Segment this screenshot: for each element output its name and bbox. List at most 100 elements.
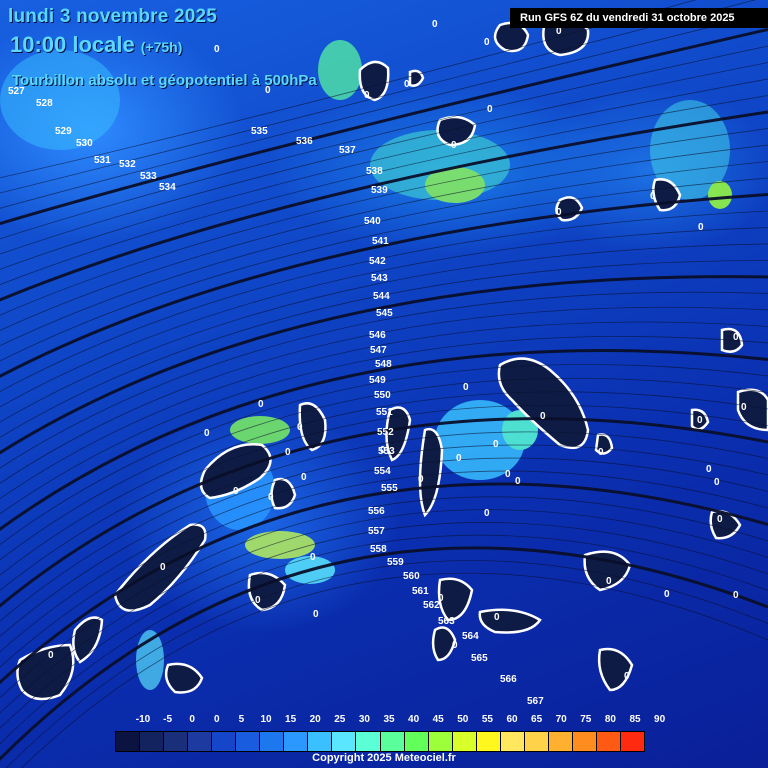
legend-swatch [596,732,621,751]
vorticity-zero-label: 0 [364,90,370,101]
contour-label: 530 [76,138,93,149]
vorticity-zero-label: 0 [233,486,239,497]
legend-swatch [308,732,333,751]
contour-label: 545 [376,308,393,319]
vorticity-zero-label: 0 [698,222,704,233]
vorticity-zero-label: 0 [733,590,739,601]
legend-label: 75 [580,714,592,725]
vorticity-zero-label: 0 [624,671,630,682]
contour-label: 565 [471,653,488,664]
legend-swatch [284,732,309,751]
legend-label: 85 [629,714,641,725]
vorticity-zero-label: 0 [714,477,720,488]
vorticity-zero-label: 0 [494,612,500,623]
contour-label: 534 [159,182,176,193]
vorticity-zero-label: 0 [515,476,521,487]
contour-label: 563 [438,616,455,627]
geopotential-isoline [0,470,768,668]
vorticity-zero-label: 0 [733,332,739,343]
contour-label: 538 [366,166,383,177]
vorticity-zero-label: 0 [650,191,656,202]
legend-swatch [524,732,549,751]
contour-label: 559 [387,557,404,568]
legend-swatch [428,732,453,751]
legend-label: 20 [309,714,321,725]
legend-swatch [260,732,285,751]
vorticity-zero-label: 0 [505,469,511,480]
vorticity-zero-label: 0 [255,595,261,606]
contour-label: 541 [372,236,389,247]
weather-map: 527 528 529 530 531 532 533 534 535 536 537 538 539 5… [0,0,768,768]
vorticity-zero-label: 0 [717,514,723,525]
vorticity-zero-label: 0 [432,19,438,30]
vorticity-zero-label: 0 [418,474,424,485]
legend-swatch [404,732,429,751]
legend-label: 65 [531,714,543,725]
legend-label: -5 [163,714,173,725]
legend-swatch [452,732,477,751]
vorticity-zero-label: 0 [258,399,264,410]
vorticity-zero-label: 0 [160,562,166,573]
contour-label: 550 [374,390,391,401]
legend-label: 30 [358,714,370,725]
contour-label: 555 [381,483,398,494]
contour-label: 547 [370,345,387,356]
contour-label: 542 [369,256,386,267]
vorticity-zero-label: 0 [598,447,604,458]
vorticity-zero-label: 0 [456,453,462,464]
geopotential-isoline [0,0,757,194]
legend-label: 40 [408,714,420,725]
vorticity-zero-label: 0 [451,140,457,151]
legend-swatch [500,732,525,751]
legend-label: 35 [383,714,395,725]
field-title: Tourbillon absolu et géopotentiel à 500h… [12,72,317,89]
copyright: Copyright 2025 Meteociel.fr [312,752,456,764]
vorticity-zero-label: 0 [606,576,612,587]
contour-label: 558 [370,544,387,555]
vorticity-zero-label: 0 [297,422,303,433]
legend-label: 55 [481,714,493,725]
legend-label: 60 [506,714,518,725]
legend-swatch [356,732,381,751]
contour-label: 549 [369,375,386,386]
vorticity-zero-label: 0 [484,508,490,519]
forecast-date: lundi 3 novembre 2025 [8,6,218,27]
contour-label: 528 [36,98,53,109]
vorticity-zero-label: 0 [463,382,469,393]
vorticity-zero-label: 0 [540,411,546,422]
contour-label: 539 [371,185,388,196]
legend-label: 25 [334,714,346,725]
vorticity-zero-label: 0 [438,593,444,604]
contour-label: 535 [251,126,268,137]
legend-label: 0 [214,714,220,725]
legend-swatch [380,732,405,751]
legend-swatch [116,732,141,751]
vorticity-zero-label: 0 [301,472,307,483]
contour-label: 533 [140,171,157,182]
contour-label: 544 [373,291,390,302]
legend-swatch [332,732,357,751]
contour-label: 531 [94,155,111,166]
legend-swatch [140,732,165,751]
legend-swatch [572,732,597,751]
vorticity-zero-label: 0 [556,207,562,218]
legend-label: -10 [135,714,151,725]
vorticity-zero-label: 0 [741,402,747,413]
contour-label: 556 [368,506,385,517]
contour-label: 537 [339,145,356,156]
color-scale-legend [115,731,645,752]
contour-label: 546 [369,330,386,341]
contour-label: 561 [412,586,429,597]
legend-swatch [548,732,573,751]
vorticity-zero-label: 0 [452,640,458,651]
geopotential-contours: 527528529530531 5325335345355365375385395… [0,0,768,768]
vorticity-zero-label: 0 [487,104,493,115]
legend-swatch [620,732,645,751]
legend-label: 15 [285,714,297,725]
contour-label: 552 [377,427,394,438]
contour-label: 548 [375,359,392,370]
legend-swatch [212,732,237,751]
vorticity-zero-label: 0 [310,552,316,563]
legend-swatch [236,732,261,751]
contour-label: 554 [374,466,391,477]
